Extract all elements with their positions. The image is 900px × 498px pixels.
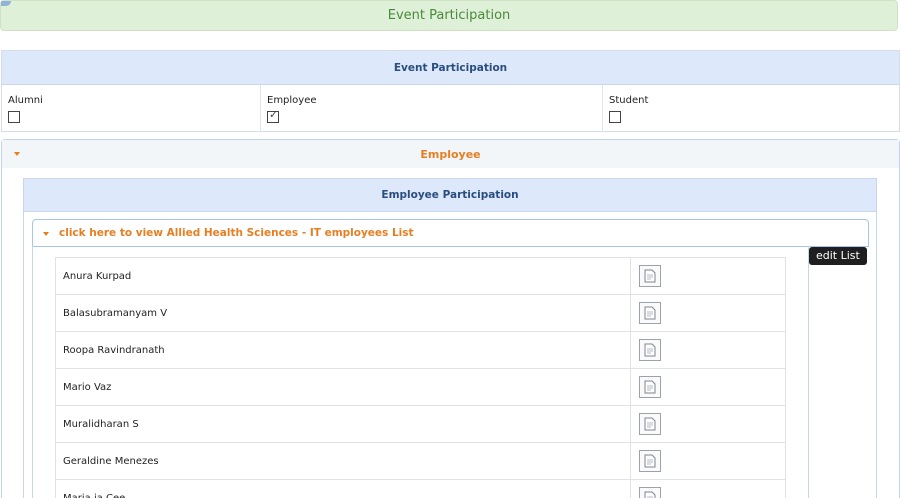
- table-row: Roopa Ravindranath: [55, 331, 786, 369]
- caret-down-icon: [14, 152, 20, 156]
- employee-name: Anura Kurpad: [55, 257, 631, 295]
- employee-section-title: Employee: [420, 147, 481, 161]
- document-icon[interactable]: [639, 302, 661, 324]
- employee-participation-header: Employee Participation: [24, 179, 876, 212]
- employee-name: Geraldine Menezes: [55, 442, 631, 480]
- document-icon[interactable]: [639, 450, 661, 472]
- edit-list-button[interactable]: edit List: [809, 247, 867, 265]
- corner-decoration: [1, 1, 11, 6]
- employee-accordion-header[interactable]: Employee: [2, 140, 899, 168]
- employee-name: Muralidharan S: [55, 405, 631, 443]
- alumni-checkbox[interactable]: [8, 111, 20, 123]
- caret-down-icon: [43, 232, 49, 236]
- table-row: Anura Kurpad: [55, 257, 786, 295]
- row-action-cell: [630, 331, 786, 369]
- department-employees-link[interactable]: click here to view Allied Health Science…: [32, 219, 869, 247]
- event-participation-header: Event Participation: [2, 51, 899, 85]
- row-action-cell: [630, 479, 786, 498]
- option-label: Alumni: [8, 95, 43, 106]
- check-icon: ✓: [269, 108, 279, 121]
- table-row: Muralidharan S: [55, 405, 786, 443]
- employee-name: Mario Vaz: [55, 368, 631, 406]
- table-row: Maria ja Cee: [55, 479, 786, 498]
- event-participation-panel: Event Participation Alumni Employee ✓ St…: [1, 50, 900, 132]
- table-row: Mario Vaz: [55, 368, 786, 406]
- participation-options-row: Alumni Employee ✓ Student: [2, 85, 899, 132]
- employee-name: Roopa Ravindranath: [55, 331, 631, 369]
- document-icon[interactable]: [639, 376, 661, 398]
- employee-name: Balasubramanyam V: [55, 294, 631, 332]
- row-action-cell: [630, 442, 786, 480]
- document-icon[interactable]: [639, 413, 661, 435]
- table-row: Geraldine Menezes: [55, 442, 786, 480]
- page-banner: Event Participation: [0, 0, 898, 31]
- document-icon[interactable]: [639, 339, 661, 361]
- table-row: Balasubramanyam V: [55, 294, 786, 332]
- employee-checkbox[interactable]: ✓: [267, 108, 279, 123]
- document-icon[interactable]: [639, 487, 661, 498]
- employee-table: Anura Kurpad Balasubramanyam V Roopa Rav…: [55, 257, 786, 498]
- row-action-cell: [630, 405, 786, 443]
- employee-name: Maria ja Cee: [55, 479, 631, 498]
- student-checkbox[interactable]: [609, 111, 621, 123]
- page-title: Event Participation: [387, 8, 511, 23]
- row-action-cell: [630, 368, 786, 406]
- row-action-cell: [630, 294, 786, 332]
- document-icon[interactable]: [639, 265, 661, 287]
- department-link-text: click here to view Allied Health Science…: [59, 227, 414, 239]
- option-alumni: Alumni: [2, 85, 261, 132]
- option-label: Employee: [267, 95, 317, 106]
- option-label: Student: [609, 95, 649, 106]
- option-student: Student: [603, 85, 899, 132]
- option-employee: Employee ✓: [261, 85, 603, 132]
- row-action-cell: [630, 257, 786, 295]
